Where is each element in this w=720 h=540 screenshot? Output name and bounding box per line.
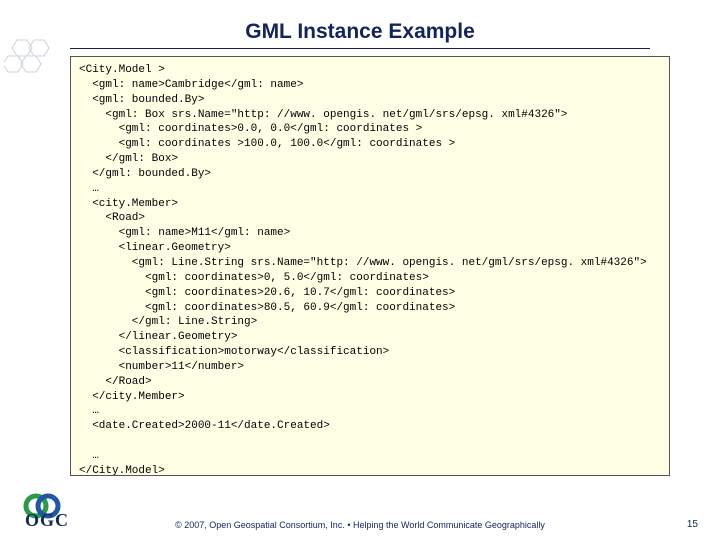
page-number: 15	[687, 519, 698, 530]
slide-title: GML Instance Example	[0, 20, 720, 44]
hex-decoration-icon	[4, 38, 56, 88]
gml-code-block: <City.Model > <gml: name>Cambridge</gml:…	[70, 56, 670, 476]
title-underline	[70, 48, 650, 49]
footer-text: © 2007, Open Geospatial Consortium, Inc.…	[0, 520, 720, 530]
